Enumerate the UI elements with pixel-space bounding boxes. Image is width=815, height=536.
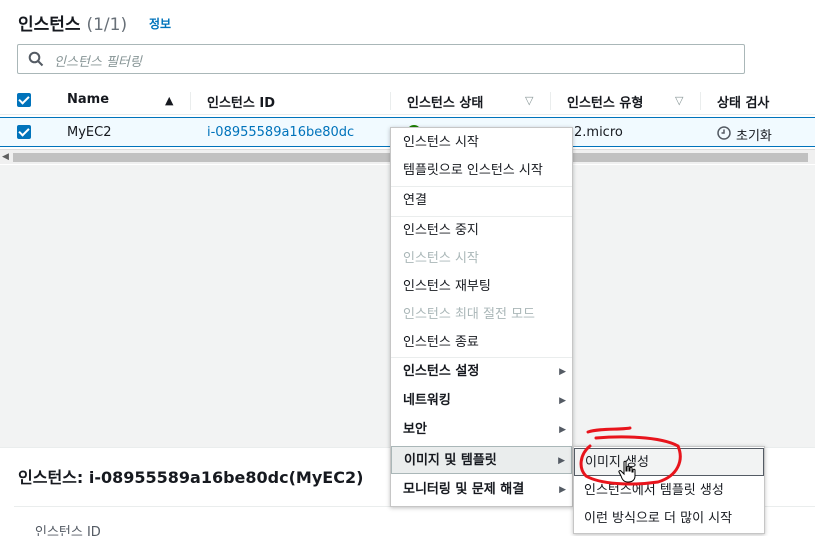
sort-ascending-icon[interactable]: ▲ [165, 94, 173, 107]
menu-item-label: 이미지 및 템플릿 [404, 453, 497, 468]
column-header-type[interactable]: 인스턴스 유형 [567, 92, 643, 111]
column-header-state[interactable]: 인스턴스 상태 [407, 92, 483, 111]
instance-count: (1/1) [86, 15, 128, 35]
instance-actions-menu: 인스턴스 시작 템플릿으로 인스턴스 시작 연결 인스턴스 중지 인스턴스 시작… [390, 127, 573, 507]
info-link[interactable]: 정보 [149, 15, 171, 32]
search-placeholder: 인스턴스 필터링 [54, 55, 142, 70]
search-input[interactable]: 인스턴스 필터링 [17, 44, 745, 74]
row-status-check: 초기화 [736, 129, 772, 144]
menu-item-label: 네트워킹 [403, 393, 451, 408]
clock-icon [717, 126, 731, 140]
row-name: MyEC2 [67, 125, 112, 140]
menu-item-instance-settings[interactable]: 인스턴스 설정 ▶ [391, 358, 572, 386]
column-header-instance-id[interactable]: 인스턴스 ID [207, 92, 275, 111]
select-all-checkbox[interactable] [17, 93, 31, 107]
row-checkbox[interactable] [17, 125, 31, 139]
column-divider [190, 92, 191, 110]
menu-item-launch-from-template[interactable]: 템플릿으로 인스턴스 시작 [391, 157, 572, 185]
details-field-label: 인스턴스 ID [35, 525, 101, 536]
menu-item-label: 보안 [403, 422, 427, 437]
menu-item-launch-instance[interactable]: 인스턴스 시작 [391, 129, 572, 157]
details-title: 인스턴스: i-08955589a16be80dc(MyEC2) [18, 468, 364, 487]
menu-item-monitor-troubleshoot[interactable]: 모니터링 및 문제 해결 ▶ [391, 476, 572, 504]
chevron-right-icon: ▶ [559, 425, 566, 435]
column-header-name[interactable]: Name [67, 92, 109, 107]
chevron-right-icon: ▶ [558, 456, 565, 466]
menu-item-hibernate-instance: 인스턴스 최대 절전 모드 [403, 307, 535, 322]
menu-item-image-and-templates[interactable]: 이미지 및 템플릿 ▶ [391, 446, 572, 474]
menu-item-networking[interactable]: 네트워킹 ▶ [391, 387, 572, 415]
menu-item-terminate-instance[interactable]: 인스턴스 종료 [391, 329, 572, 357]
menu-item-label: 인스턴스 설정 [403, 364, 480, 379]
chevron-right-icon: ▶ [559, 367, 566, 377]
submenu-item-launch-more-like-this[interactable]: 이런 방식으로 더 많이 시작 [574, 505, 764, 533]
image-templates-submenu: 이미지 생성 인스턴스에서 템플릿 생성 이런 방식으로 더 많이 시작 [573, 446, 765, 534]
submenu-item-create-image[interactable]: 이미지 생성 [574, 448, 764, 476]
menu-item-connect[interactable]: 연결 [391, 187, 572, 215]
submenu-item-create-template[interactable]: 인스턴스에서 템플릿 생성 [574, 477, 764, 505]
search-icon [28, 51, 44, 67]
column-divider [700, 92, 701, 110]
hand-cursor-icon [618, 460, 636, 483]
column-divider [390, 92, 391, 110]
table-header: Name ▲ 인스턴스 ID 인스턴스 상태 ▽ 인스턴스 유형 ▽ 상태 검사 [0, 87, 815, 115]
filter-icon[interactable]: ▽ [525, 94, 533, 107]
page-title-text: 인스턴스 [18, 15, 81, 35]
menu-item-start-instance: 인스턴스 시작 [403, 251, 479, 266]
row-instance-type: 2.micro [574, 125, 623, 140]
column-header-status-check[interactable]: 상태 검사 [717, 92, 769, 111]
row-instance-id-link[interactable]: i-08955589a16be80dc [207, 125, 354, 140]
scroll-left-icon[interactable]: ◀ [2, 152, 9, 162]
chevron-right-icon: ▶ [559, 396, 566, 406]
menu-item-reboot-instance[interactable]: 인스턴스 재부팅 [391, 273, 572, 301]
column-divider [550, 92, 551, 110]
page-title: 인스턴스 (1/1) [18, 10, 127, 35]
filter-icon[interactable]: ▽ [675, 94, 683, 107]
menu-item-stop-instance[interactable]: 인스턴스 중지 [391, 217, 572, 245]
menu-item-security[interactable]: 보안 ▶ [391, 416, 572, 444]
chevron-right-icon: ▶ [559, 485, 566, 495]
menu-item-label: 모니터링 및 문제 해결 [403, 482, 525, 497]
